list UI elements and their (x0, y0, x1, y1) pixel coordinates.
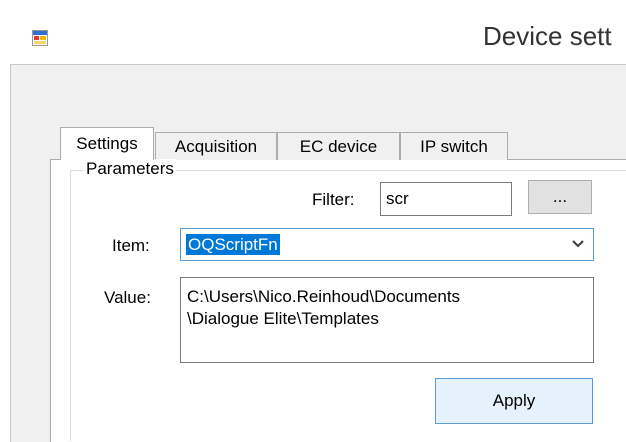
parameters-group-label: Parameters (84, 159, 176, 179)
apply-button[interactable]: Apply (435, 378, 593, 424)
chevron-down-icon[interactable] (571, 237, 585, 251)
apply-button-label: Apply (492, 391, 536, 410)
app-window-icon[interactable] (32, 30, 48, 46)
tab-acquisition[interactable]: Acquisition (155, 132, 277, 160)
value-line-1: C:\Users\Nico.Reinhoud\Documents (187, 287, 461, 306)
tab-settings[interactable]: Settings (60, 127, 154, 160)
tab-settings-label: Settings (76, 134, 138, 153)
filter-input-value: scr (386, 189, 409, 208)
item-selected-value: OQScriptFn (186, 234, 280, 255)
item-label: Item: (112, 236, 150, 255)
browse-button-label: ... (552, 187, 568, 206)
value-textarea[interactable]: C:\Users\Nico.Reinhoud\Documents \Dialog… (180, 277, 594, 363)
tab-ip-switch-label: IP switch (420, 136, 488, 156)
item-combobox[interactable]: OQScriptFn (180, 228, 594, 261)
tab-ip-switch[interactable]: IP switch (400, 132, 508, 160)
device-settings-window: Device sett Settings Acquisition EC devi… (0, 0, 626, 442)
tab-acquisition-label: Acquisition (174, 136, 258, 156)
filter-label: Filter: (312, 190, 355, 209)
tab-ec-device-label: EC device (299, 136, 378, 156)
value-label: Value: (104, 288, 151, 307)
title-bar[interactable]: Device sett (0, 0, 626, 62)
value-line-2: \Dialogue Elite\Templates (187, 309, 379, 328)
tab-ec-device[interactable]: EC device (277, 132, 400, 160)
window-title: Device sett (483, 21, 612, 51)
browse-button[interactable]: ... (528, 180, 592, 214)
filter-input[interactable]: scr (380, 182, 512, 216)
